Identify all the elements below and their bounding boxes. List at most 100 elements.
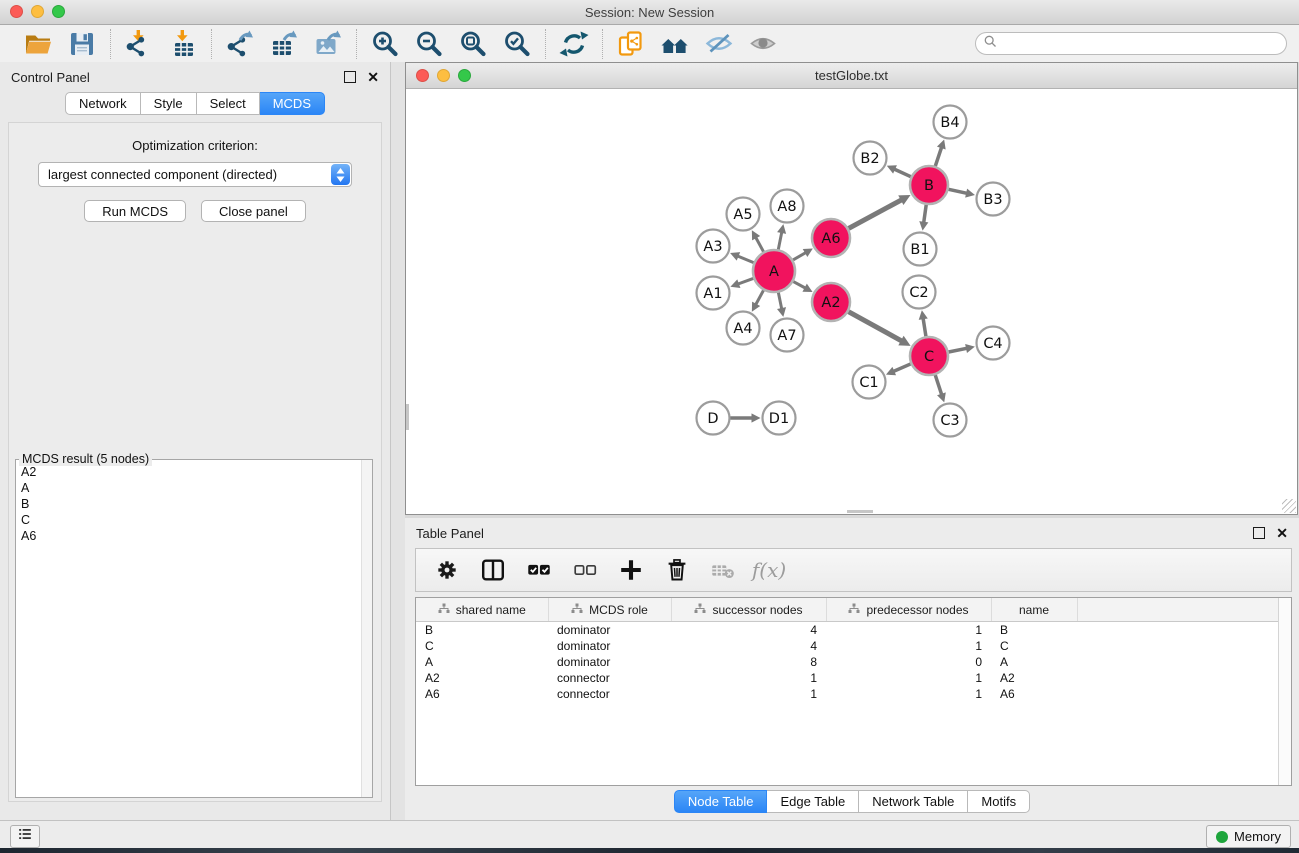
graph-edge-C-C1[interactable] [892, 364, 910, 372]
split-view-icon[interactable] [478, 555, 508, 585]
table-tab-motifs[interactable]: Motifs [968, 790, 1030, 813]
graph-edge-A-A7[interactable] [778, 293, 782, 310]
zoom-in-icon[interactable] [369, 28, 401, 60]
table-scrollbar[interactable] [1278, 598, 1291, 785]
network-minimize-button[interactable] [437, 69, 450, 82]
graph-node-A8[interactable]: A8 [771, 190, 804, 223]
select-all-icon[interactable] [524, 555, 554, 585]
save-session-icon[interactable] [66, 28, 98, 60]
network-close-button[interactable] [416, 69, 429, 82]
graph-edge-A-A3[interactable] [737, 256, 754, 263]
graph-node-D[interactable]: D [697, 402, 730, 435]
table-cell[interactable]: 1 [826, 670, 991, 686]
graph-node-C4[interactable]: C4 [977, 327, 1010, 360]
table-cell[interactable]: A2 [416, 670, 548, 686]
table-cell[interactable]: 1 [671, 686, 826, 702]
graph-node-C[interactable]: C [910, 337, 948, 375]
network-canvas[interactable]: ABCA2A6A1A3A4A5A7A8B1B2B3B4C1C2C3C4DD1 [407, 89, 1296, 513]
zoom-selected-icon[interactable] [501, 28, 533, 60]
graph-edge-B-B2[interactable] [893, 169, 911, 177]
zoom-fit-icon[interactable] [457, 28, 489, 60]
graph-edge-A-A6[interactable] [793, 252, 807, 260]
column-header-shared-name[interactable]: shared name [416, 598, 548, 622]
graph-node-C2[interactable]: C2 [903, 276, 936, 309]
float-panel-icon[interactable] [344, 71, 356, 83]
table-tab-network-table[interactable]: Network Table [859, 790, 968, 813]
column-header-predecessor-nodes[interactable]: predecessor nodes [826, 598, 991, 622]
table-cell[interactable]: 0 [826, 654, 991, 670]
graph-node-C1[interactable]: C1 [853, 366, 886, 399]
close-panel-icon[interactable]: ✕ [367, 70, 379, 84]
delete-column-icon[interactable] [662, 555, 692, 585]
graph-edge-C-C2[interactable] [923, 317, 926, 336]
table-cell[interactable]: 1 [826, 622, 991, 639]
export-image-icon[interactable] [312, 28, 344, 60]
import-network-icon[interactable] [123, 28, 155, 60]
search-box[interactable] [975, 32, 1287, 55]
table-cell[interactable]: 1 [671, 670, 826, 686]
table-tab-edge-table[interactable]: Edge Table [767, 790, 859, 813]
table-cell[interactable]: dominator [548, 622, 671, 639]
tab-style[interactable]: Style [141, 92, 197, 115]
table-cell[interactable]: connector [548, 686, 671, 702]
graph-edge-A-A2[interactable] [793, 282, 806, 289]
settings-gear-icon[interactable] [432, 555, 462, 585]
tab-select[interactable]: Select [197, 92, 260, 115]
vertical-splitter-handle[interactable] [406, 404, 409, 430]
minimize-window-button[interactable] [31, 5, 44, 18]
network-graph[interactable]: ABCA2A6A1A3A4A5A7A8B1B2B3B4C1C2C3C4DD1 [407, 89, 1296, 513]
graph-node-B1[interactable]: B1 [904, 233, 937, 266]
zoom-window-button[interactable] [52, 5, 65, 18]
table-cell[interactable]: A2 [991, 670, 1077, 686]
mcds-result-scrollbar[interactable] [361, 460, 372, 797]
refresh-layout-icon[interactable] [558, 28, 590, 60]
graph-node-A6[interactable]: A6 [812, 219, 850, 257]
table-cell[interactable]: 1 [826, 686, 991, 702]
run-mcds-button[interactable]: Run MCDS [84, 200, 186, 222]
mcds-result-item[interactable]: A [17, 480, 361, 496]
close-table-panel-icon[interactable]: ✕ [1276, 526, 1288, 540]
graph-node-A5[interactable]: A5 [727, 198, 760, 231]
graph-node-A3[interactable]: A3 [697, 230, 730, 263]
graph-edge-A-A4[interactable] [755, 290, 763, 305]
column-header-MCDS-role[interactable]: MCDS role [548, 598, 671, 622]
close-panel-button[interactable]: Close panel [201, 200, 306, 222]
column-header-successor-nodes[interactable]: successor nodes [671, 598, 826, 622]
table-cell[interactable]: A6 [991, 686, 1077, 702]
memory-button[interactable]: Memory [1206, 825, 1291, 848]
mcds-result-item[interactable]: C [17, 512, 361, 528]
graph-node-B4[interactable]: B4 [934, 106, 967, 139]
table-cell[interactable]: B [416, 622, 548, 639]
optimization-criterion-select[interactable]: largest connected component (directed) [38, 162, 352, 187]
table-cell[interactable]: A6 [416, 686, 548, 702]
hide-panel-icon[interactable] [703, 28, 735, 60]
graph-edge-B-B1[interactable] [924, 205, 927, 224]
table-cell[interactable]: 1 [826, 638, 991, 654]
table-row[interactable]: Cdominator41C [416, 638, 1291, 654]
graph-edge-A-A5[interactable] [755, 236, 763, 251]
close-window-button[interactable] [10, 5, 23, 18]
panel-splitter[interactable] [391, 62, 405, 820]
search-input[interactable] [1002, 36, 1278, 52]
table-cell[interactable]: 8 [671, 654, 826, 670]
graph-node-B3[interactable]: B3 [977, 183, 1010, 216]
table-cell[interactable]: connector [548, 670, 671, 686]
column-header-name[interactable]: name [991, 598, 1077, 622]
add-column-icon[interactable] [616, 555, 646, 585]
deselect-all-icon[interactable] [570, 555, 600, 585]
table-row[interactable]: Adominator80A [416, 654, 1291, 670]
graph-node-A4[interactable]: A4 [727, 312, 760, 345]
table-cell[interactable]: A [416, 654, 548, 670]
graph-edge-C-C3[interactable] [935, 375, 942, 396]
graph-node-A[interactable]: A [753, 250, 795, 292]
table-row[interactable]: Bdominator41B [416, 622, 1291, 639]
table-row[interactable]: A6connector11A6 [416, 686, 1291, 702]
table-cell[interactable]: 4 [671, 638, 826, 654]
graph-edge-B-B3[interactable] [949, 189, 969, 193]
export-table-icon[interactable] [268, 28, 300, 60]
table-cell[interactable]: dominator [548, 638, 671, 654]
tab-mcds[interactable]: MCDS [260, 92, 325, 115]
float-table-panel-icon[interactable] [1253, 527, 1265, 539]
mcds-result-item[interactable]: A2 [17, 464, 361, 480]
table-cell[interactable]: C [416, 638, 548, 654]
